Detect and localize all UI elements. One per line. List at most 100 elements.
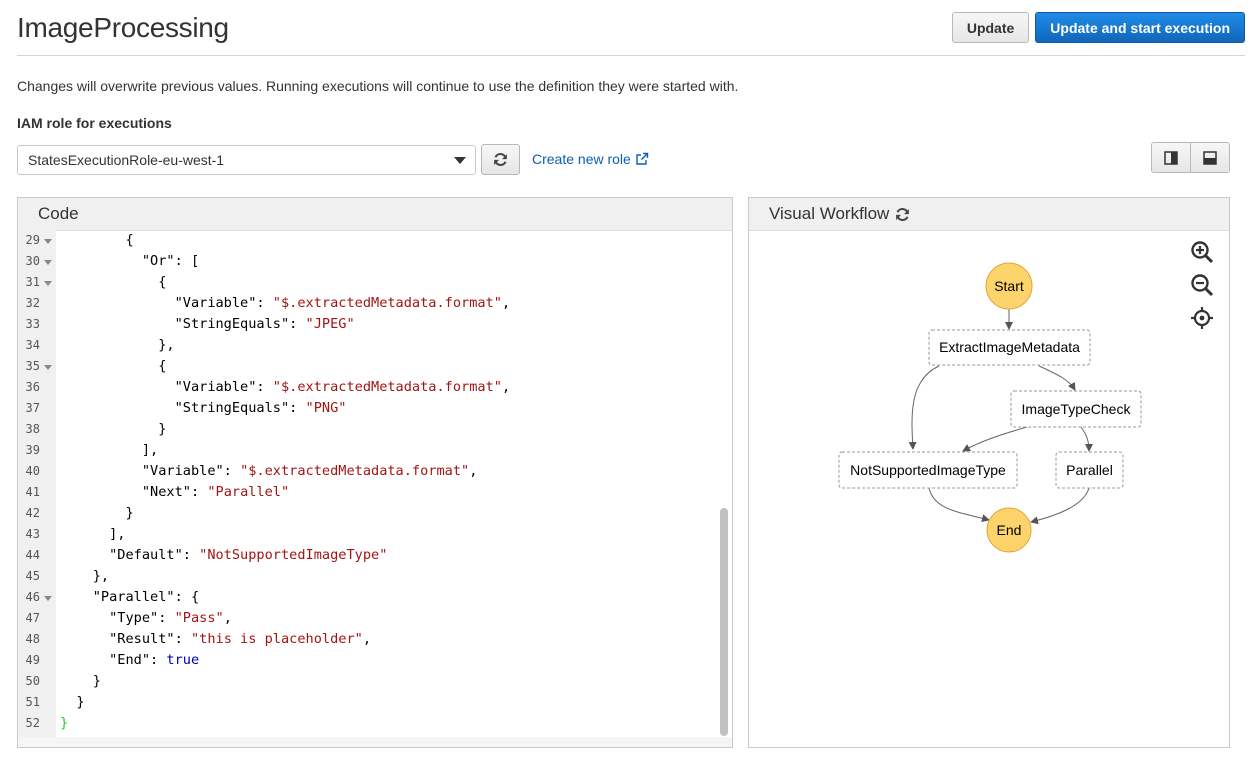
external-link-icon: [636, 152, 649, 165]
code-token: "$.extractedMetadata.format": [272, 379, 502, 395]
vertical-scrollbar[interactable]: [720, 230, 728, 736]
fold-arrow-icon[interactable]: [44, 260, 52, 265]
line-number: 30: [25, 254, 40, 268]
fold-arrow-icon[interactable]: [44, 365, 52, 370]
line-number: 33: [25, 317, 40, 331]
code-token: "Default":: [60, 547, 200, 563]
create-new-role-link[interactable]: Create new role: [532, 151, 649, 167]
code-text: "StringEquals": "JPEG": [60, 314, 355, 335]
code-token: }: [60, 694, 85, 710]
svg-text:Start: Start: [994, 278, 1024, 294]
line-number: 37: [25, 401, 40, 415]
code-panel: Code 29 {30 "Or": [31 {32 "Variable": "$…: [17, 197, 733, 748]
code-text: }: [60, 419, 166, 440]
code-text: "Variable": "$.extractedMetadata.format"…: [60, 293, 511, 314]
code-token: ,: [501, 379, 511, 395]
code-token: {: [60, 232, 134, 248]
svg-text:ImageTypeCheck: ImageTypeCheck: [1022, 401, 1132, 417]
line-number: 46: [25, 590, 40, 604]
code-token: "End":: [60, 652, 167, 668]
refresh-roles-button[interactable]: [481, 144, 520, 175]
horizontal-scrollbar[interactable]: [18, 737, 732, 747]
line-number: 29: [25, 233, 40, 247]
edge-extract-check: [1038, 365, 1076, 391]
code-token: "Variable":: [60, 463, 241, 479]
code-token: "Variable":: [60, 379, 273, 395]
line-number: 35: [25, 359, 40, 373]
svg-text:Parallel: Parallel: [1066, 462, 1113, 478]
code-text: "Type": "Pass",: [60, 608, 232, 629]
line-number: 47: [25, 611, 40, 625]
split-horizontal-button[interactable]: [1191, 143, 1229, 172]
code-text: }: [60, 713, 68, 734]
code-token: true: [166, 652, 200, 668]
code-token: "$.extractedMetadata.format": [240, 463, 470, 479]
code-token: },: [60, 337, 175, 353]
code-token: ,: [501, 295, 511, 311]
workflow-panel-title: Visual Workflow: [769, 204, 890, 223]
edge-notsupported-end: [928, 487, 990, 523]
node-not-supported-image-type[interactable]: NotSupportedImageType: [838, 451, 1018, 489]
code-text: "Parallel": {: [60, 587, 199, 608]
fold-arrow-icon[interactable]: [44, 239, 52, 244]
code-token: "Parallel": [207, 484, 290, 500]
code-text: "End": true: [60, 650, 199, 671]
node-end[interactable]: End: [986, 507, 1032, 553]
code-token: "PNG": [305, 400, 347, 416]
split-horizontal-icon: [1203, 150, 1217, 165]
code-text: },: [60, 335, 175, 356]
line-number: 38: [25, 422, 40, 436]
edge-check-notsupported: [962, 426, 1028, 452]
code-token: ,: [223, 610, 232, 626]
code-token: ,: [362, 631, 372, 647]
edge-check-parallel: [1080, 426, 1093, 452]
code-token: "Variable":: [60, 295, 273, 311]
line-number: 48: [25, 632, 40, 646]
workflow-graph[interactable]: Start ExtractImageMetadata ImageTypeChec…: [749, 230, 1229, 747]
code-editor[interactable]: 29 {30 "Or": [31 {32 "Variable": "$.extr…: [18, 230, 732, 747]
edge-parallel-end: [1030, 487, 1090, 525]
code-token: "$.extractedMetadata.format": [272, 295, 502, 311]
code-token: "Type":: [60, 610, 175, 626]
line-number: 49: [25, 653, 40, 667]
line-number: 34: [25, 338, 40, 352]
header-actions: Update Update and start execution: [951, 12, 1245, 43]
line-number: 32: [25, 296, 40, 310]
node-extract-image-metadata[interactable]: ExtractImageMetadata: [928, 329, 1091, 366]
line-number: 41: [25, 485, 40, 499]
code-token: "Pass": [174, 610, 224, 626]
node-parallel[interactable]: Parallel: [1055, 451, 1124, 489]
iam-role-select[interactable]: StatesExecutionRole-eu-west-1: [17, 145, 476, 175]
node-image-type-check[interactable]: ImageTypeCheck: [1010, 390, 1142, 428]
code-token: ],: [60, 442, 159, 458]
code-text: {: [60, 356, 166, 377]
svg-text:NotSupportedImageType: NotSupportedImageType: [850, 462, 1006, 478]
code-token: {: [60, 358, 167, 374]
update-start-execution-button[interactable]: Update and start execution: [1035, 12, 1245, 43]
split-vertical-button[interactable]: [1152, 143, 1191, 172]
layout-toggle-group: [1151, 142, 1230, 173]
code-token: {: [60, 274, 167, 290]
fold-arrow-icon[interactable]: [44, 281, 52, 286]
overwrite-notice: Changes will overwrite previous values. …: [17, 78, 739, 94]
update-button[interactable]: Update: [951, 12, 1030, 43]
line-number: 44: [25, 548, 40, 562]
code-text: "Default": "NotSupportedImageType": [60, 545, 387, 566]
scrollbar-thumb[interactable]: [720, 508, 728, 736]
code-token: "Parallel": {: [60, 589, 200, 605]
code-text: "Variable": "$.extractedMetadata.format"…: [60, 377, 511, 398]
code-text: {: [60, 230, 134, 251]
workflow-panel-header: Visual Workflow: [749, 198, 1229, 231]
code-text: "Variable": "$.extractedMetadata.format"…: [60, 461, 478, 482]
refresh-icon[interactable]: [895, 207, 910, 222]
code-text: ],: [60, 524, 125, 545]
svg-text:End: End: [997, 522, 1022, 538]
code-token: "NotSupportedImageType": [199, 547, 388, 563]
line-number: 52: [25, 716, 40, 730]
line-number: 43: [25, 527, 40, 541]
iam-role-label: IAM role for executions: [17, 115, 172, 131]
code-token: "Next":: [60, 484, 208, 500]
node-start[interactable]: Start: [985, 262, 1033, 310]
code-token: }: [60, 715, 69, 731]
fold-arrow-icon[interactable]: [44, 596, 52, 601]
